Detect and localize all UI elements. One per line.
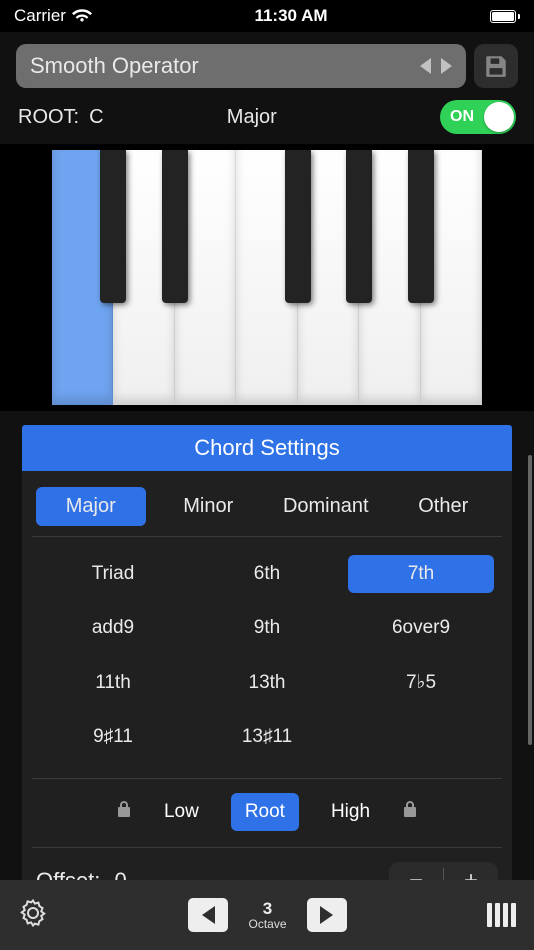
settings-button[interactable] [18,898,48,933]
chord-13th[interactable]: 13th [194,664,340,702]
next-song-icon[interactable] [441,58,452,74]
black-key-gs[interactable] [346,150,372,303]
status-left: Carrier [14,6,92,26]
tab-minor[interactable]: Minor [154,487,264,526]
lock-high-icon[interactable] [402,800,418,824]
root-row: ROOT: C Major ON [0,94,534,144]
black-key-ds[interactable] [162,150,188,303]
carrier-label: Carrier [14,6,66,26]
grid-row-0: Triad 6th 7th [34,547,500,601]
root-scale[interactable]: Major [64,106,440,129]
range-low[interactable]: Low [150,793,213,831]
chord-empty [348,729,494,745]
title-arrows [420,58,452,74]
status-right [490,10,520,23]
keyboard-button[interactable] [487,903,516,927]
chord-settings-panel: Major Minor Dominant Other Triad 6th 7th… [22,471,512,918]
enable-toggle[interactable]: ON [440,100,516,134]
octave-value: 3 [263,899,272,919]
polyphony-tabs: Major Minor Dominant Other [32,481,502,537]
octave-next-button[interactable] [307,898,347,932]
bottom-bar: 3 Octave [0,880,534,950]
song-title: Smooth Operator [30,53,199,79]
toggle-label: ON [450,108,474,126]
wifi-icon [72,9,92,23]
lock-low-icon[interactable] [116,800,132,824]
chord-9th[interactable]: 9th [194,609,340,647]
next-icon [320,906,333,924]
tab-dominant[interactable]: Dominant [271,487,381,526]
piano-container [0,144,534,411]
chord-11th[interactable]: 11th [40,664,186,702]
black-key-fs[interactable] [285,150,311,303]
save-icon [483,53,509,79]
lock-icon [402,800,418,818]
octave-prev-button[interactable] [188,898,228,932]
chord-6over9[interactable]: 6over9 [348,609,494,647]
chord-7b5[interactable]: 7♭5 [348,663,494,702]
grid-row-3: 9♯11 13♯11 [34,710,500,764]
tab-other[interactable]: Other [389,487,499,526]
black-keys [52,150,482,303]
chord-add9[interactable]: add9 [40,609,186,647]
prev-song-icon[interactable] [420,58,431,74]
range-row: Low Root High [32,779,502,848]
grid-row-1: add9 9th 6over9 [34,601,500,655]
chord-7th[interactable]: 7th [348,555,494,593]
battery-icon [490,10,520,23]
black-key-cs[interactable] [100,150,126,303]
gear-icon [18,898,48,928]
lock-icon [116,800,132,818]
status-time: 11:30 AM [254,6,327,26]
black-key-as[interactable] [408,150,434,303]
tab-major[interactable]: Major [36,487,146,526]
title-row: Smooth Operator [0,32,534,94]
chord-6th[interactable]: 6th [194,555,340,593]
chord-13sharp11[interactable]: 13♯11 [194,718,340,756]
prev-icon [202,906,215,924]
status-bar: Carrier 11:30 AM [0,0,534,32]
save-button[interactable] [474,44,518,88]
octave-label: Octave [248,917,286,931]
toggle-knob [484,102,514,132]
octave-nav: 3 Octave [48,898,487,932]
grid-row-2: 11th 13th 7♭5 [34,655,500,710]
chord-triad[interactable]: Triad [40,555,186,593]
scrollbar[interactable] [528,455,532,745]
range-root[interactable]: Root [231,793,299,831]
chord-settings-header: Chord Settings [22,425,512,471]
song-title-pill[interactable]: Smooth Operator [16,44,466,88]
piano-keyboard[interactable] [52,150,482,405]
chord-9sharp11[interactable]: 9♯11 [40,718,186,756]
chord-grid: Triad 6th 7th add9 9th 6over9 11th 13th … [32,537,502,779]
range-high[interactable]: High [317,793,384,831]
